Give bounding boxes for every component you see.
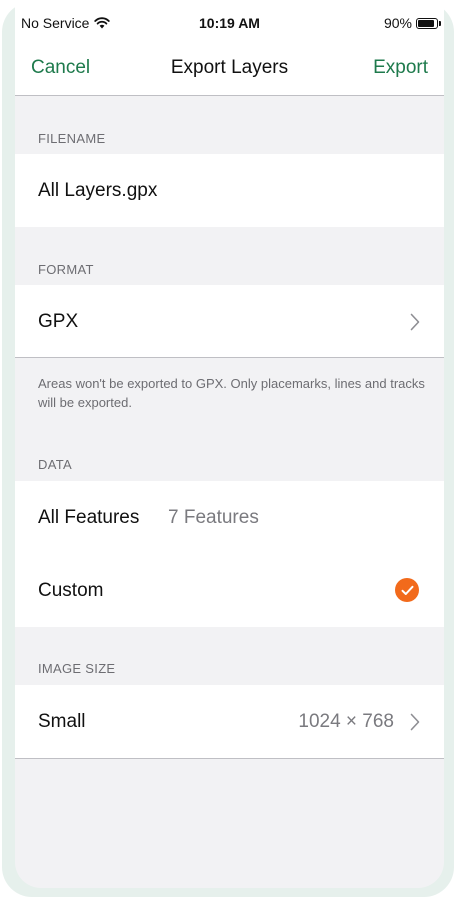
filename-section-header: FILENAME <box>38 131 106 146</box>
image-size-section-header: IMAGE SIZE <box>38 661 116 676</box>
all-features-label: All Features <box>38 507 140 528</box>
all-features-count: 7 Features <box>168 507 259 528</box>
custom-row[interactable]: Custom <box>15 554 444 627</box>
image-size-label: Small <box>38 711 86 732</box>
format-separator <box>15 357 444 358</box>
filename-field[interactable]: All Layers.gpx <box>15 154 444 227</box>
data-section-header: DATA <box>38 457 72 472</box>
format-section-header: FORMAT <box>38 262 94 277</box>
battery-fill <box>418 19 435 27</box>
navigation-bar: Cancel Export Layers Export <box>15 44 444 96</box>
format-value: GPX <box>38 311 79 332</box>
device-frame: No Service 10:19 AM 90% Cancel Export La… <box>2 2 454 897</box>
format-footer-note: Areas won't be exported to GPX. Only pla… <box>38 376 425 410</box>
export-button[interactable]: Export <box>373 57 428 79</box>
image-size-value: 1024 × 768 <box>298 711 394 732</box>
battery-icon <box>416 17 441 29</box>
checkmark-icon <box>395 578 419 602</box>
status-bar: No Service 10:19 AM 90% <box>15 2 444 44</box>
status-time: 10:19 AM <box>199 15 260 31</box>
filename-value[interactable]: All Layers.gpx <box>38 180 157 202</box>
image-size-separator <box>15 758 444 759</box>
battery-percent: 90% <box>383 15 412 31</box>
chevron-right-icon <box>410 713 420 731</box>
custom-label: Custom <box>38 580 104 601</box>
image-size-row[interactable]: Small 1024 × 768 <box>15 685 444 758</box>
format-row[interactable]: GPX <box>15 285 444 357</box>
all-features-row[interactable]: All Features 7 Features <box>15 481 444 554</box>
screen: No Service 10:19 AM 90% Cancel Export La… <box>15 2 444 888</box>
status-right: 90% <box>383 15 441 31</box>
chevron-right-icon <box>410 313 420 331</box>
